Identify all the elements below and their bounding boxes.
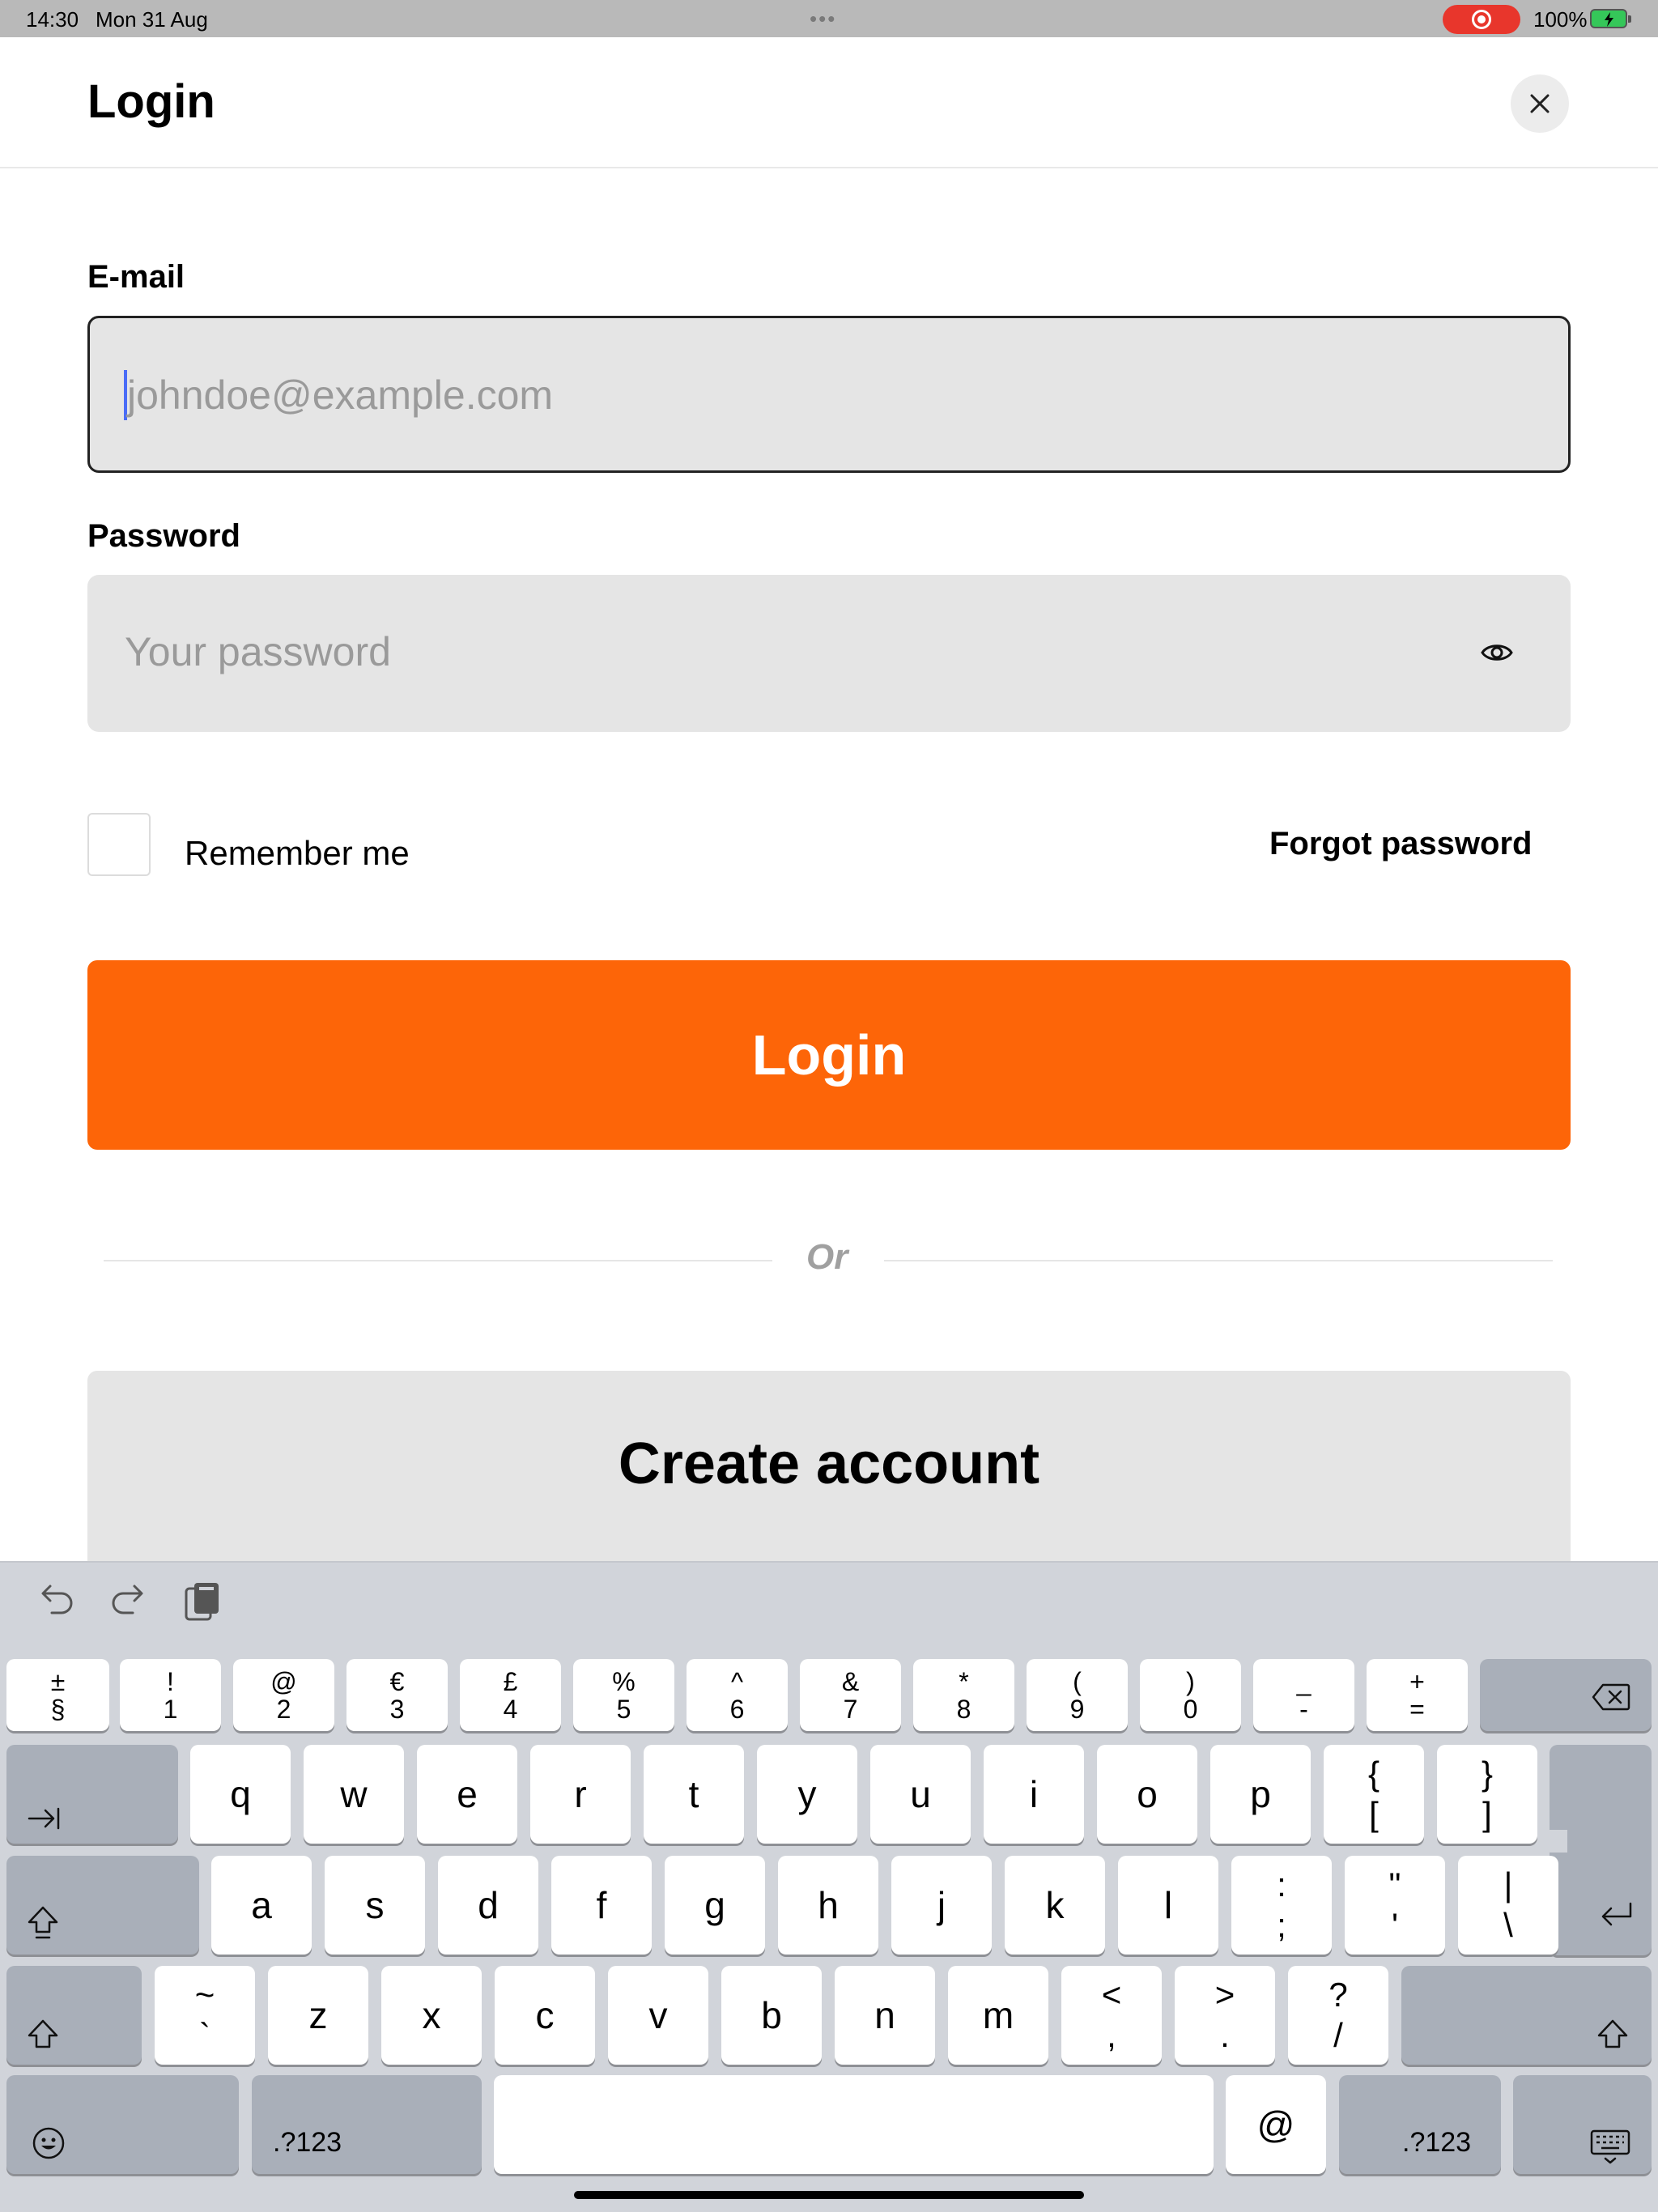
key-comma[interactable]: <, bbox=[1061, 1966, 1162, 2065]
key-0[interactable]: ) 0 bbox=[1140, 1659, 1241, 1731]
delete-key[interactable] bbox=[1480, 1659, 1652, 1731]
create-account-button[interactable]: Create account bbox=[87, 1371, 1571, 1561]
key-quote[interactable]: " ' bbox=[1345, 1856, 1445, 1955]
return-icon bbox=[1601, 1902, 1632, 1926]
sheet-header: Login bbox=[0, 39, 1658, 168]
key-8[interactable]: * 8 bbox=[913, 1659, 1014, 1731]
key-tilde[interactable]: ~ ` bbox=[155, 1966, 255, 2065]
password-field[interactable]: Your password bbox=[87, 575, 1571, 732]
key-k[interactable]: k bbox=[1005, 1856, 1105, 1955]
screen-recording-icon[interactable] bbox=[1443, 5, 1520, 34]
redo-icon[interactable] bbox=[108, 1580, 147, 1618]
close-button[interactable] bbox=[1511, 74, 1569, 133]
key-minus[interactable]: _ - bbox=[1253, 1659, 1354, 1731]
email-field[interactable]: johndoe@example.com bbox=[87, 316, 1571, 473]
caps-lock-icon bbox=[28, 1906, 58, 1939]
emoji-icon bbox=[32, 2127, 65, 2159]
key-section[interactable]: ± § bbox=[6, 1659, 109, 1731]
space-bar[interactable] bbox=[494, 2075, 1214, 2174]
key-e[interactable]: e bbox=[417, 1745, 517, 1844]
dismiss-keyboard-key[interactable] bbox=[1513, 2075, 1652, 2174]
key-3[interactable]: €3 bbox=[346, 1659, 448, 1731]
login-sheet: Login E-mail johndoe@example.com Passwor… bbox=[0, 39, 1658, 1561]
shift-key-right[interactable] bbox=[1401, 1966, 1652, 2065]
password-placeholder: Your password bbox=[125, 629, 391, 674]
shift-icon bbox=[28, 2019, 58, 2048]
key-x[interactable]: x bbox=[381, 1966, 482, 2065]
battery-icon bbox=[1590, 9, 1631, 28]
email-label: E-mail bbox=[87, 259, 185, 295]
key-left-bracket[interactable]: {[ bbox=[1324, 1745, 1424, 1844]
backspace-icon bbox=[1592, 1683, 1630, 1711]
key-b[interactable]: b bbox=[721, 1966, 822, 2065]
emoji-key[interactable] bbox=[6, 2075, 239, 2174]
keyboard-dismiss-icon bbox=[1590, 2129, 1630, 2164]
key-p[interactable]: p bbox=[1210, 1745, 1311, 1844]
tab-key[interactable] bbox=[6, 1745, 178, 1844]
password-label: Password bbox=[87, 518, 240, 554]
undo-icon[interactable] bbox=[37, 1580, 76, 1618]
forgot-password-link[interactable]: Forgot password bbox=[1269, 826, 1532, 862]
key-5[interactable]: % 5 bbox=[573, 1659, 674, 1731]
key-u[interactable]: u bbox=[870, 1745, 971, 1844]
key-j[interactable]: j bbox=[891, 1856, 992, 1955]
key-1[interactable]: ! 1 bbox=[120, 1659, 221, 1731]
clipboard-icon[interactable] bbox=[183, 1580, 222, 1623]
key-semicolon[interactable]: :; bbox=[1231, 1856, 1332, 1955]
key-backslash[interactable]: | \ bbox=[1458, 1856, 1558, 1955]
key-period[interactable]: >. bbox=[1175, 1966, 1275, 2065]
key-i[interactable]: i bbox=[984, 1745, 1084, 1844]
battery-percent: 100% bbox=[1533, 7, 1588, 32]
key-q[interactable]: q bbox=[190, 1745, 291, 1844]
key-at[interactable]: @ bbox=[1226, 2075, 1326, 2174]
divider-or-text: Or bbox=[806, 1237, 848, 1277]
key-s[interactable]: s bbox=[325, 1856, 425, 1955]
page-title: Login bbox=[87, 75, 215, 128]
key-w[interactable]: w bbox=[304, 1745, 404, 1844]
key-g[interactable]: g bbox=[665, 1856, 765, 1955]
key-d[interactable]: d bbox=[438, 1856, 538, 1955]
status-time: 14:30 bbox=[26, 7, 79, 32]
tab-icon bbox=[28, 1807, 60, 1830]
caps-lock-key[interactable] bbox=[6, 1856, 199, 1955]
key-slash[interactable]: ? / bbox=[1288, 1966, 1388, 2065]
key-equals[interactable]: + = bbox=[1367, 1659, 1468, 1731]
divider-right bbox=[884, 1260, 1553, 1261]
numbers-key-right[interactable]: .?123 bbox=[1339, 2075, 1501, 2174]
key-z[interactable]: z bbox=[268, 1966, 368, 2065]
key-c[interactable]: c bbox=[495, 1966, 595, 2065]
key-l[interactable]: l bbox=[1118, 1856, 1218, 1955]
status-bar: 14:30 Mon 31 Aug ••• 100% bbox=[0, 0, 1658, 37]
key-7[interactable]: & 7 bbox=[800, 1659, 901, 1731]
key-f[interactable]: f bbox=[551, 1856, 652, 1955]
home-indicator[interactable] bbox=[574, 2191, 1084, 2199]
shift-icon bbox=[1597, 2019, 1628, 2048]
key-a[interactable]: a bbox=[211, 1856, 312, 1955]
status-date: Mon 31 Aug bbox=[96, 7, 208, 32]
key-h[interactable]: h bbox=[778, 1856, 878, 1955]
remember-me-checkbox[interactable] bbox=[87, 813, 151, 876]
shift-key-left[interactable] bbox=[6, 1966, 142, 2065]
numbers-key-left[interactable]: .?123 bbox=[252, 2075, 482, 2174]
close-icon bbox=[1530, 94, 1550, 113]
key-right-bracket[interactable]: }] bbox=[1437, 1745, 1537, 1844]
divider-left bbox=[104, 1260, 772, 1261]
key-t[interactable]: t bbox=[644, 1745, 744, 1844]
key-v[interactable]: v bbox=[608, 1966, 708, 2065]
login-button[interactable]: Login bbox=[87, 960, 1571, 1150]
key-6[interactable]: ^ 6 bbox=[687, 1659, 788, 1731]
key-2[interactable]: @2 bbox=[233, 1659, 334, 1731]
multitask-dots-icon[interactable]: ••• bbox=[810, 6, 836, 32]
key-r[interactable]: r bbox=[530, 1745, 631, 1844]
email-placeholder: johndoe@example.com bbox=[127, 372, 554, 418]
key-9[interactable]: (9 bbox=[1027, 1659, 1128, 1731]
key-4[interactable]: £4 bbox=[460, 1659, 561, 1731]
return-key-notch bbox=[1550, 1830, 1567, 1853]
key-m[interactable]: m bbox=[948, 1966, 1048, 2065]
key-y[interactable]: y bbox=[757, 1745, 857, 1844]
key-o[interactable]: o bbox=[1097, 1745, 1197, 1844]
eye-icon[interactable] bbox=[1480, 640, 1514, 666]
remember-me-label[interactable]: Remember me bbox=[185, 834, 410, 873]
key-n[interactable]: n bbox=[835, 1966, 935, 2065]
